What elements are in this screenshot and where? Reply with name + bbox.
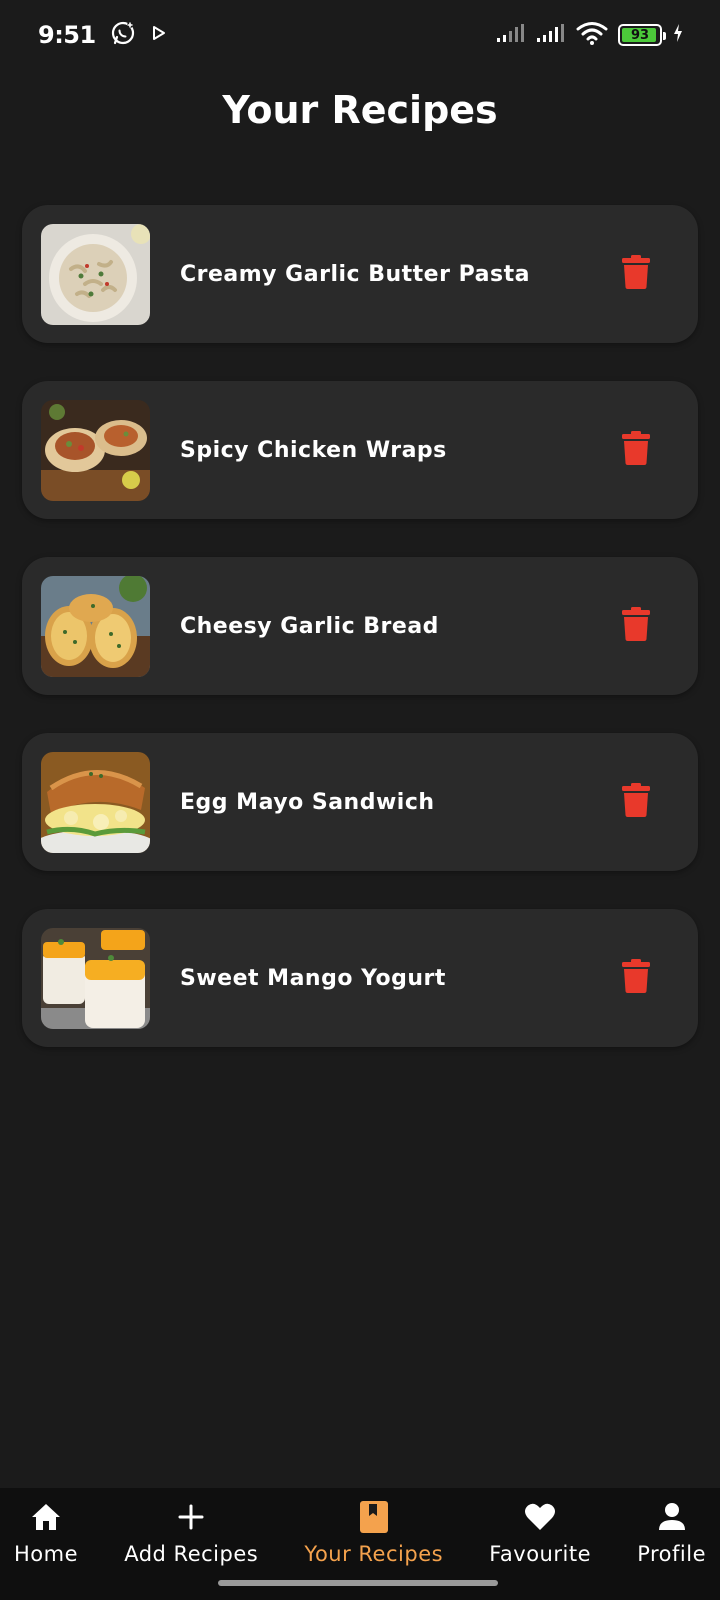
- status-bar: 9:51 93: [0, 0, 720, 70]
- nav-label: Your Recipes: [304, 1542, 444, 1566]
- nav-label: Favourite: [489, 1542, 591, 1566]
- battery-nub: [663, 32, 666, 40]
- delete-button[interactable]: [616, 957, 656, 999]
- recipe-card[interactable]: Sweet Mango Yogurt: [22, 909, 698, 1047]
- recipe-thumbnail-chicken-wraps[interactable]: [41, 400, 150, 501]
- nav-item-favourite[interactable]: Favourite: [489, 1496, 591, 1600]
- delete-button[interactable]: [616, 781, 656, 823]
- recipe-name: Sweet Mango Yogurt: [180, 965, 446, 991]
- delete-button[interactable]: [616, 429, 656, 471]
- recipe-list: Creamy Garlic Butter Pasta Spicy Chicken…: [22, 205, 698, 1085]
- charging-icon: [672, 23, 684, 47]
- delete-button[interactable]: [616, 605, 656, 647]
- nav-label: Add Recipes: [124, 1542, 259, 1566]
- trash-icon: [622, 607, 650, 645]
- recipe-name: Egg Mayo Sandwich: [180, 789, 435, 815]
- recipe-thumbnail-garlic-bread[interactable]: [41, 576, 150, 677]
- recipe-thumbnail-mango-yogurt[interactable]: [41, 928, 150, 1029]
- recipe-card[interactable]: Cheesy Garlic Bread: [22, 557, 698, 695]
- screen: 9:51 93 Your Recipes Creamy Garlic Butte…: [0, 0, 720, 1600]
- heart-icon: [523, 1500, 557, 1534]
- battery-level: 93: [630, 27, 650, 43]
- recipe-name: Creamy Garlic Butter Pasta: [180, 261, 530, 287]
- recipe-name: Cheesy Garlic Bread: [180, 613, 439, 639]
- home-icon: [29, 1500, 63, 1534]
- nav-item-home[interactable]: Home: [14, 1496, 78, 1600]
- recipe-card[interactable]: Spicy Chicken Wraps: [22, 381, 698, 519]
- play-store-icon: [150, 24, 168, 46]
- recipe-card[interactable]: Egg Mayo Sandwich: [22, 733, 698, 871]
- nav-label: Home: [14, 1542, 79, 1566]
- nav-item-profile[interactable]: Profile: [637, 1496, 706, 1600]
- home-indicator[interactable]: [218, 1580, 498, 1586]
- nav-label: Profile: [637, 1542, 706, 1566]
- recipe-card[interactable]: Creamy Garlic Butter Pasta: [22, 205, 698, 343]
- delete-button[interactable]: [616, 253, 656, 295]
- trash-icon: [622, 959, 650, 997]
- status-time: 9:51: [38, 21, 96, 49]
- trash-icon: [622, 783, 650, 821]
- trash-icon: [622, 255, 650, 293]
- whatsapp-icon: [110, 20, 136, 50]
- status-left: 9:51: [38, 20, 168, 50]
- bookmark-book-icon: [357, 1500, 391, 1534]
- person-icon: [655, 1500, 689, 1534]
- battery-icon: 93: [618, 24, 666, 46]
- trash-icon: [622, 431, 650, 469]
- recipe-name: Spicy Chicken Wraps: [180, 437, 447, 463]
- recipe-thumbnail-pasta[interactable]: [41, 224, 150, 325]
- status-right: 93: [496, 21, 684, 49]
- wifi-icon: [576, 21, 608, 49]
- signal-icon: [496, 23, 526, 47]
- page-title: Your Recipes: [222, 88, 498, 132]
- recipe-thumbnail-egg-sandwich[interactable]: [41, 752, 150, 853]
- plus-icon: [174, 1500, 208, 1534]
- signal-icon-2: [536, 23, 566, 47]
